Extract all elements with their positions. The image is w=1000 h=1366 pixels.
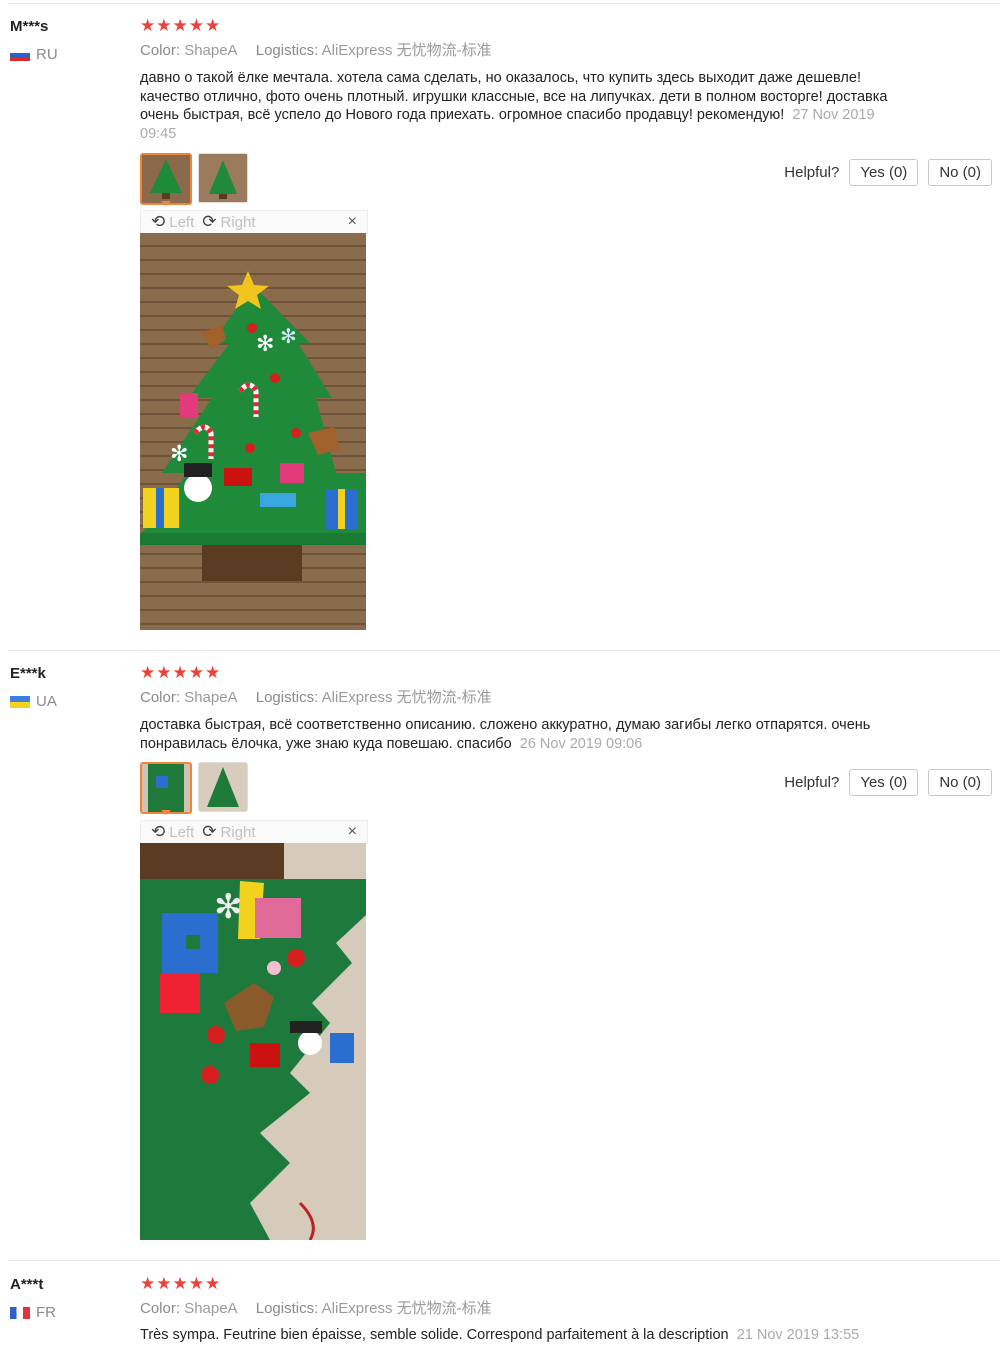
country-code: UA <box>36 693 57 710</box>
helpful-no-button[interactable]: No (0) <box>928 159 992 186</box>
review-body: доставка быстрая, всё соответственно опи… <box>140 717 871 752</box>
svg-text:✻: ✻ <box>256 331 274 356</box>
helpful-yes-button[interactable]: Yes (0) <box>849 769 919 796</box>
helpful-label: Helpful? <box>784 774 840 791</box>
flag-icon <box>10 1306 30 1319</box>
country-code: RU <box>36 46 58 63</box>
country-code: FR <box>36 1304 56 1321</box>
reviewer-country: UA <box>10 693 57 710</box>
rotate-left-icon: ⟲ <box>151 212 166 231</box>
photo-rotate-bar: ⟲ Left ⟳ Right × <box>140 820 368 844</box>
color-label: Color: <box>140 42 181 59</box>
rotate-right-icon: ⟳ <box>202 822 217 841</box>
helpful-yes-button[interactable]: Yes (0) <box>849 159 919 186</box>
star-rating: ★★★★★ <box>140 1274 222 1293</box>
helpful-no-button[interactable]: No (0) <box>928 769 992 796</box>
logistics-value: AliExpress 无忧物流-标准 <box>321 42 492 59</box>
logistics-label: Logistics: <box>255 42 319 59</box>
color-label: Color: <box>140 689 181 706</box>
review-body: давно о такой ёлке мечтала. хотела сама … <box>140 70 888 123</box>
rotate-left-button[interactable]: ⟲ Left <box>151 822 194 842</box>
review-body: Très sympa. Feutrine bien épaisse, sembl… <box>140 1327 729 1343</box>
rotate-left-label: Left <box>169 823 195 841</box>
photo-thumbnail-2[interactable] <box>198 153 248 203</box>
logistics-value: AliExpress 无忧物流-标准 <box>321 1300 492 1317</box>
flag-icon <box>10 48 30 61</box>
helpful-label: Helpful? <box>784 164 840 181</box>
logistics-value: AliExpress 无忧物流-标准 <box>321 689 492 706</box>
rotate-right-label: Right <box>220 213 256 231</box>
reviewer-name: E***k <box>10 665 46 682</box>
order-info: Color: ShapeA Logistics: AliExpress 无忧物流… <box>140 1297 492 1318</box>
order-info: Color: ShapeA Logistics: AliExpress 无忧物流… <box>140 39 492 60</box>
rotate-right-label: Right <box>220 823 256 841</box>
logistics-label: Logistics: <box>255 689 319 706</box>
logistics-label: Logistics: <box>255 1300 319 1317</box>
helpful-votes: Helpful? Yes (0) No (0) <box>784 159 992 186</box>
color-value: ShapeA <box>184 1300 238 1317</box>
photo-thumbnails <box>140 762 248 815</box>
reviewer-name: M***s <box>10 18 49 35</box>
close-icon[interactable]: × <box>348 213 357 231</box>
rotate-right-button[interactable]: ⟳ Right <box>202 212 255 232</box>
order-info: Color: ShapeA Logistics: AliExpress 无忧物流… <box>140 686 492 707</box>
review-photo[interactable]: ✻ ✻ ✻ <box>140 233 366 630</box>
review-date: 26 Nov 2019 09:06 <box>519 735 643 752</box>
star-rating: ★★★★★ <box>140 16 222 35</box>
review-text: доставка быстрая, всё соответственно опи… <box>140 716 900 753</box>
svg-text:✻: ✻ <box>214 888 243 926</box>
photo-thumbnail-1[interactable] <box>140 153 192 206</box>
flag-icon <box>10 695 30 708</box>
review-text: Très sympa. Feutrine bien épaisse, sembl… <box>140 1326 900 1345</box>
reviewer-country: FR <box>10 1304 56 1321</box>
photo-rotate-bar: ⟲ Left ⟳ Right × <box>140 210 368 234</box>
rotate-left-label: Left <box>169 213 195 231</box>
rotate-left-button[interactable]: ⟲ Left <box>151 212 194 232</box>
review-photo[interactable]: ✻ <box>140 843 366 1240</box>
color-label: Color: <box>140 1300 181 1317</box>
svg-text:✻: ✻ <box>280 326 297 348</box>
color-value: ShapeA <box>184 689 238 706</box>
review-text: давно о такой ёлке мечтала. хотела сама … <box>140 69 900 143</box>
color-value: ShapeA <box>184 42 238 59</box>
star-rating: ★★★★★ <box>140 663 222 682</box>
photo-thumbnail-1[interactable] <box>140 762 192 815</box>
photo-thumbnail-2[interactable] <box>198 762 248 812</box>
reviewer-name: A***t <box>10 1276 44 1293</box>
rotate-right-button[interactable]: ⟳ Right <box>202 822 255 842</box>
close-icon[interactable]: × <box>348 823 357 841</box>
helpful-votes: Helpful? Yes (0) No (0) <box>784 769 992 796</box>
photo-thumbnails <box>140 153 248 206</box>
review-date: 21 Nov 2019 13:55 <box>736 1327 860 1343</box>
rotate-left-icon: ⟲ <box>151 822 166 841</box>
svg-text:✻: ✻ <box>170 441 188 466</box>
reviewer-country: RU <box>10 46 58 63</box>
rotate-right-icon: ⟳ <box>202 212 217 231</box>
